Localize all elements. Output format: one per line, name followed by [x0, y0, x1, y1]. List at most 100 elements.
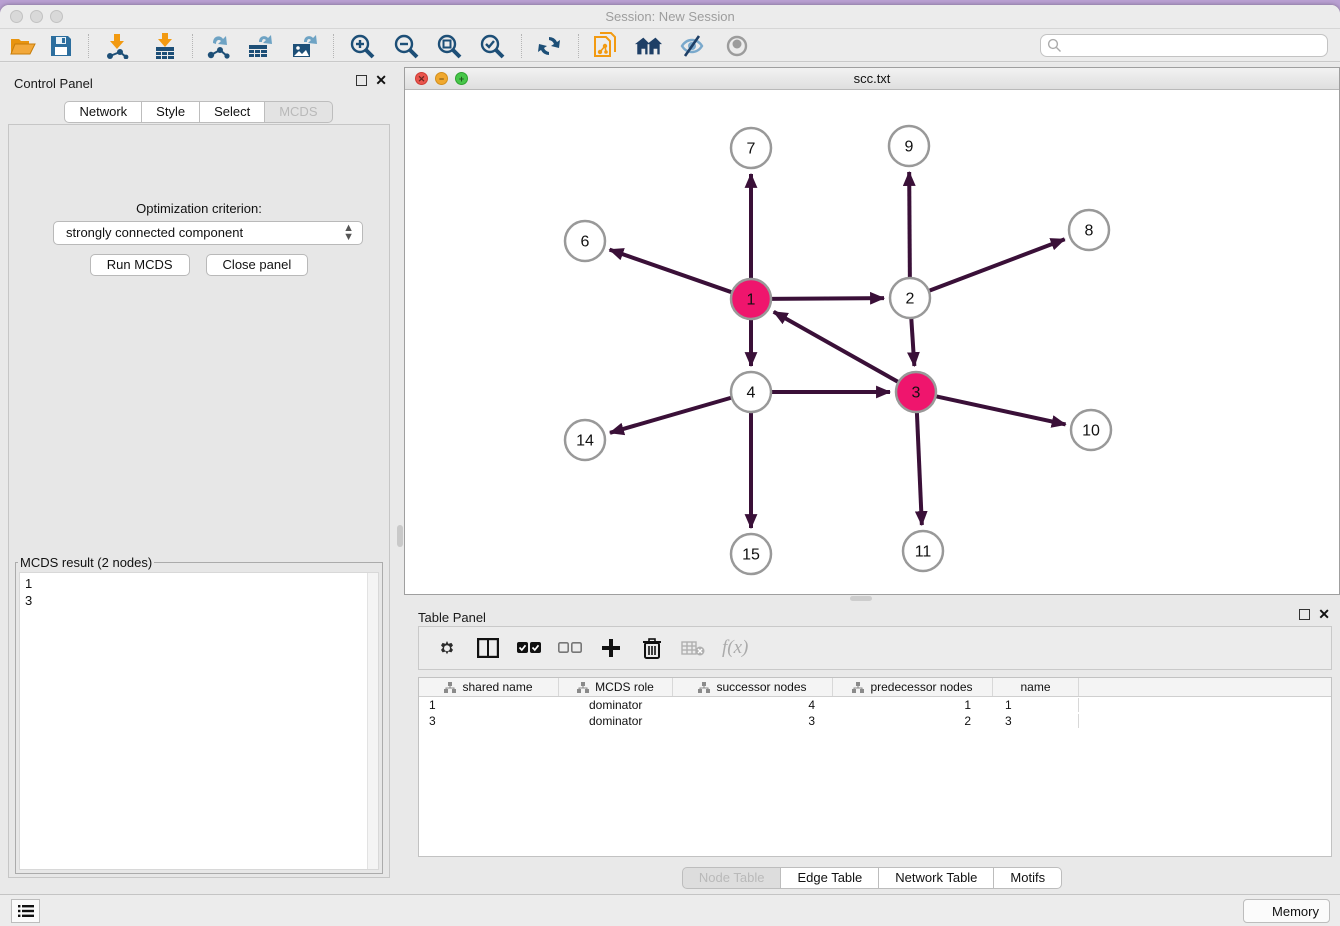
close-panel-button[interactable]: Close panel: [206, 254, 309, 276]
delete-column-icon[interactable]: [640, 636, 664, 660]
zoom-selected-icon[interactable]: [478, 32, 506, 60]
float-table-panel-icon[interactable]: [1299, 609, 1310, 620]
result-scrollbar[interactable]: [367, 573, 378, 869]
table-panel-tabs: Node Table Edge Table Network Table Moti…: [404, 867, 1340, 889]
mcds-tab-panel: Optimization criterion: strongly connect…: [8, 124, 390, 878]
graph-node-label: 9: [905, 139, 914, 156]
column-label: predecessor nodes: [870, 680, 972, 694]
cell-successor-nodes: 3: [673, 714, 833, 728]
tab-edge-table[interactable]: Edge Table: [781, 867, 879, 889]
cell-shared-name: 1: [419, 698, 559, 712]
cell-name: 3: [993, 714, 1079, 728]
search-text-field[interactable]: [1062, 38, 1327, 53]
graph-edge-4-14[interactable]: [610, 397, 734, 433]
open-session-icon[interactable]: [9, 32, 37, 60]
network-frame-titlebar[interactable]: ✕ − + scc.txt: [405, 68, 1339, 90]
function-builder-icon: f(x): [722, 637, 748, 659]
show-all-icon[interactable]: [723, 32, 751, 60]
search-input[interactable]: [1040, 34, 1328, 57]
column-header-predecessor-nodes[interactable]: predecessor nodes: [833, 678, 993, 696]
graph-edge-2-8[interactable]: [927, 239, 1065, 291]
apply-layout-icon[interactable]: [535, 32, 563, 60]
hierarchy-home-icon[interactable]: [634, 32, 662, 60]
list-icon: [18, 904, 34, 918]
zoom-out-icon[interactable]: [392, 32, 420, 60]
graph-edge-1-2[interactable]: [769, 298, 884, 299]
zoom-fit-icon[interactable]: [435, 32, 463, 60]
optimization-criterion-label: Optimization criterion:: [9, 201, 389, 216]
toolbar-separator: [192, 34, 193, 58]
control-panel: Control Panel ✕ Network Style Select MCD…: [0, 63, 397, 894]
settings-gear-icon[interactable]: [435, 636, 459, 660]
graph-node-label: 10: [1082, 423, 1100, 440]
run-mcds-button[interactable]: Run MCDS: [90, 254, 190, 276]
main-toolbar: [0, 28, 1340, 62]
network-canvas[interactable]: 7968124314101511: [405, 90, 1339, 594]
add-column-icon[interactable]: [599, 636, 623, 660]
node-table[interactable]: shared name MCDS role successor nodes: [418, 677, 1332, 857]
export-network-icon[interactable]: [204, 32, 232, 60]
cell-mcds-role: dominator: [559, 698, 673, 712]
tab-network[interactable]: Network: [64, 101, 142, 123]
table-row[interactable]: 1 dominator 4 1 1: [419, 697, 1331, 713]
column-header-shared-name[interactable]: shared name: [419, 678, 559, 696]
window-titlebar: Session: New Session: [0, 5, 1340, 28]
graph-edge-2-3[interactable]: [911, 316, 914, 366]
control-panel-title: Control Panel: [14, 76, 93, 91]
tab-motifs[interactable]: Motifs: [994, 867, 1062, 889]
graph-edge-2-9[interactable]: [909, 172, 910, 280]
tab-select[interactable]: Select: [200, 101, 265, 123]
main-window: Session: New Session: [0, 5, 1340, 926]
close-panel-icon[interactable]: ✕: [375, 75, 387, 86]
graph-node-label: 7: [747, 141, 756, 158]
graph-node-label: 3: [912, 385, 921, 402]
graph-node-label: 8: [1085, 223, 1094, 240]
tab-network-table[interactable]: Network Table: [879, 867, 994, 889]
vertical-scrollbar-thumb[interactable]: [397, 525, 403, 547]
save-session-icon[interactable]: [47, 32, 75, 60]
network-frame-title: scc.txt: [405, 71, 1339, 86]
toolbar-separator: [578, 34, 579, 58]
search-icon: [1047, 38, 1062, 53]
hide-selected-icon[interactable]: [678, 32, 706, 60]
cell-successor-nodes: 4: [673, 698, 833, 712]
graph-edge-3-11[interactable]: [917, 410, 922, 525]
toolbar-separator: [333, 34, 334, 58]
deselect-all-icon[interactable]: [558, 636, 582, 660]
column-header-name[interactable]: name: [993, 678, 1079, 696]
graph-node-label: 11: [915, 544, 932, 561]
close-table-panel-icon[interactable]: ✕: [1318, 609, 1330, 620]
graph-edge-3-1[interactable]: [774, 312, 901, 383]
import-network-icon[interactable]: [103, 32, 131, 60]
show-panels-button[interactable]: [11, 899, 40, 923]
criterion-dropdown[interactable]: strongly connected component ▲▼: [53, 221, 363, 245]
column-header-mcds-role[interactable]: MCDS role: [559, 678, 673, 696]
tab-mcds[interactable]: MCDS: [265, 101, 332, 123]
mcds-result-title: MCDS result (2 nodes): [18, 555, 154, 570]
dropdown-stepper-icon: ▲▼: [343, 224, 354, 242]
export-image-icon[interactable]: [291, 32, 319, 60]
tab-style[interactable]: Style: [142, 101, 200, 123]
export-table-icon[interactable]: [247, 32, 275, 60]
column-label: name: [1020, 680, 1050, 694]
column-label: shared name: [462, 680, 532, 694]
graph-node-label: 6: [581, 234, 590, 251]
column-header-successor-nodes[interactable]: successor nodes: [673, 678, 833, 696]
column-label: successor nodes: [716, 680, 806, 694]
zoom-in-icon[interactable]: [348, 32, 376, 60]
memory-button[interactable]: Memory: [1243, 899, 1330, 923]
show-column-panel-icon[interactable]: [476, 636, 500, 660]
tab-node-table[interactable]: Node Table: [682, 867, 782, 889]
memory-status-icon: [1254, 905, 1266, 917]
import-table-icon[interactable]: [151, 32, 179, 60]
clone-network-icon[interactable]: [591, 32, 619, 60]
cell-name: 1: [993, 698, 1079, 712]
graph-edge-1-6[interactable]: [610, 250, 734, 293]
select-all-icon[interactable]: [517, 636, 541, 660]
graph-edge-3-10[interactable]: [934, 396, 1066, 425]
criterion-value: strongly connected component: [66, 225, 243, 240]
table-panel-title: Table Panel: [418, 610, 486, 625]
float-panel-icon[interactable]: [356, 75, 367, 86]
table-row[interactable]: 3 dominator 3 2 3: [419, 713, 1331, 729]
mcds-result-list[interactable]: 1 3: [19, 572, 379, 870]
